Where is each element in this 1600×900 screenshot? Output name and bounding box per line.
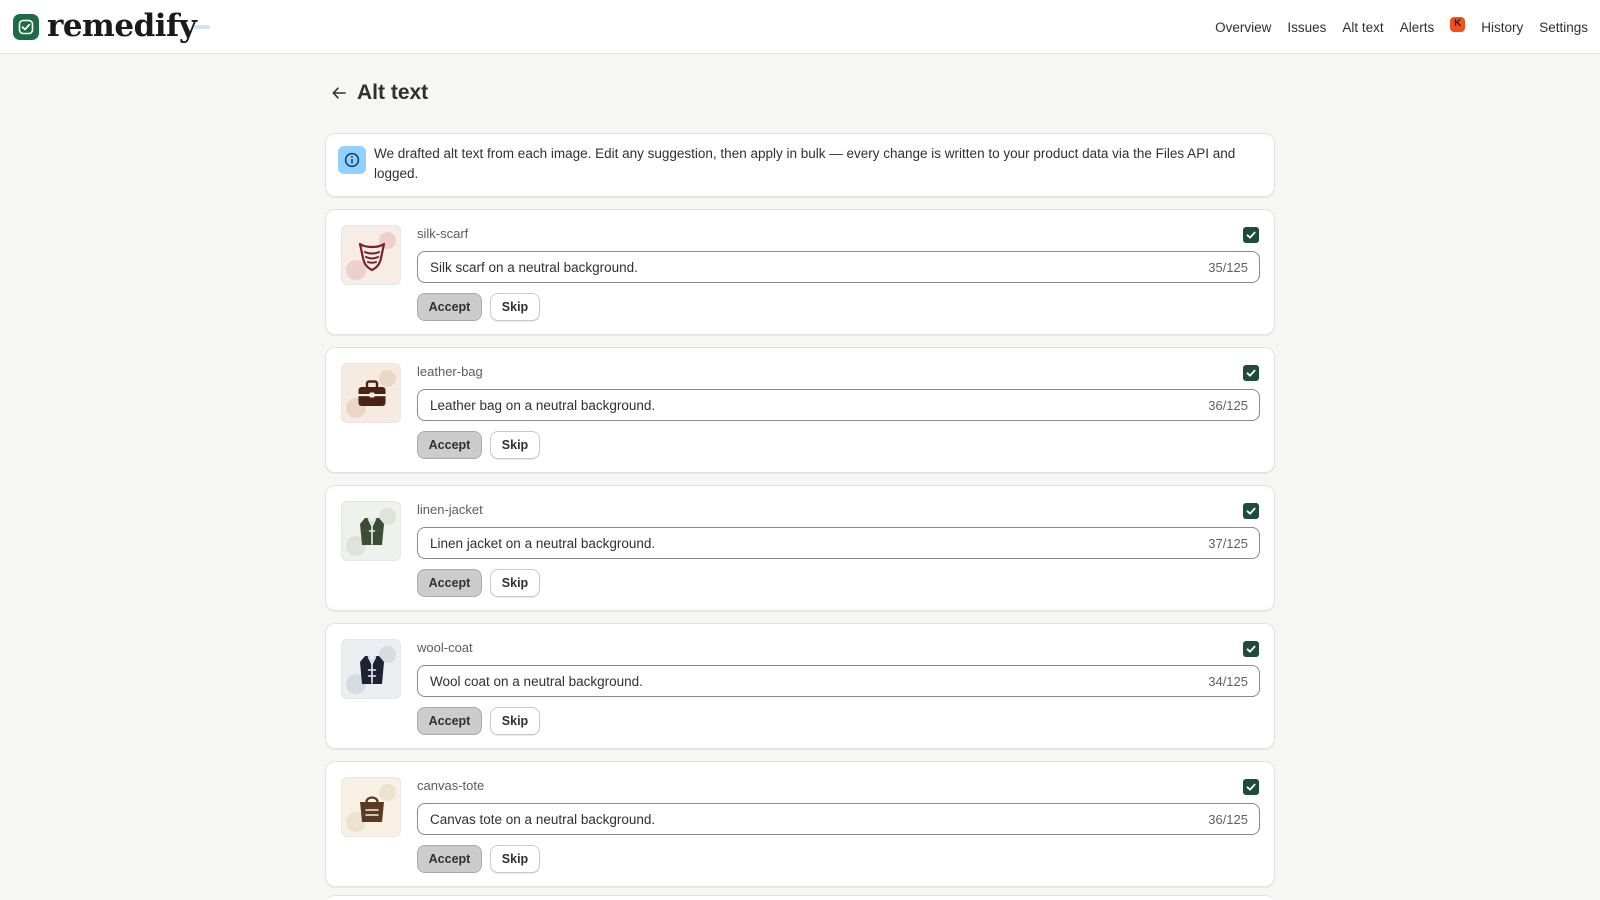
logo-check-icon — [13, 14, 39, 40]
product-thumbnail[interactable] — [341, 501, 401, 561]
alt-text-card: linen-jacket 37/125 Accept Skip — [325, 485, 1275, 611]
alerts-badge-icon[interactable]: K — [1450, 16, 1466, 32]
tote-icon — [360, 796, 384, 822]
top-nav: Overview Issues Alt text Alerts K Histor… — [1215, 0, 1588, 54]
product-thumbnail[interactable] — [341, 777, 401, 837]
character-count: 36/125 — [1208, 812, 1248, 827]
skip-button[interactable]: Skip — [490, 293, 540, 321]
alt-text-input[interactable] — [418, 528, 1178, 558]
select-checkbox[interactable] — [1243, 641, 1259, 657]
nav-history[interactable]: History — [1481, 20, 1523, 35]
alt-text-field: 36/125 — [417, 803, 1260, 835]
skip-button[interactable]: Skip — [490, 845, 540, 873]
select-checkbox[interactable] — [1243, 503, 1259, 519]
logo-accent — [194, 25, 210, 29]
alerts-badge-letter: K — [1454, 18, 1462, 29]
alt-text-input[interactable] — [418, 252, 1178, 282]
product-handle: linen-jacket — [417, 502, 483, 517]
checkmark-icon — [1246, 507, 1256, 515]
nav-issues[interactable]: Issues — [1287, 20, 1326, 35]
info-text: We drafted alt text from each image. Edi… — [374, 146, 1236, 181]
alt-text-field: 34/125 — [417, 665, 1260, 697]
alt-text-card: silk-scarf 35/125 Accept Skip — [325, 209, 1275, 335]
alt-text-card: canvas-tote 36/125 Accept Skip — [325, 761, 1275, 887]
character-count: 35/125 — [1208, 260, 1248, 275]
product-thumbnail[interactable] — [341, 363, 401, 423]
nav-alerts[interactable]: Alerts — [1400, 20, 1435, 35]
coat-icon — [360, 656, 384, 684]
product-thumbnail[interactable] — [341, 639, 401, 699]
product-handle: canvas-tote — [417, 778, 485, 793]
jacket-icon — [360, 518, 384, 545]
skip-button[interactable]: Skip — [490, 569, 540, 597]
info-banner: We drafted alt text from each image. Edi… — [325, 133, 1275, 197]
accept-button[interactable]: Accept — [417, 431, 482, 459]
checkmark-icon — [1246, 231, 1256, 239]
character-count: 37/125 — [1208, 536, 1248, 551]
checkmark-icon — [1246, 783, 1256, 791]
checkmark-icon — [1246, 645, 1256, 653]
next-card-edge — [325, 895, 1275, 900]
product-handle: silk-scarf — [417, 226, 469, 241]
select-checkbox[interactable] — [1243, 779, 1259, 795]
scarf-icon — [358, 242, 386, 272]
back-arrow-icon[interactable] — [329, 83, 349, 103]
accept-button[interactable]: Accept — [417, 293, 482, 321]
character-count: 36/125 — [1208, 398, 1248, 413]
alt-text-field: 35/125 — [417, 251, 1260, 283]
alt-text-input[interactable] — [418, 804, 1178, 834]
nav-alt-text[interactable]: Alt text — [1342, 20, 1383, 35]
skip-button[interactable]: Skip — [490, 707, 540, 735]
top-bar: remedify Overview Issues Alt text Alerts… — [0, 0, 1600, 54]
alt-text-card: wool-coat 34/125 Accept Skip — [325, 623, 1275, 749]
accept-button[interactable]: Accept — [417, 845, 482, 873]
bag-icon — [358, 380, 386, 406]
product-handle: wool-coat — [417, 640, 473, 655]
accept-button[interactable]: Accept — [417, 569, 482, 597]
skip-button[interactable]: Skip — [490, 431, 540, 459]
alt-text-input[interactable] — [418, 390, 1178, 420]
alt-text-card: leather-bag 36/125 Accept Skip — [325, 347, 1275, 473]
alt-text-field: 37/125 — [417, 527, 1260, 559]
alt-text-list: silk-scarf 35/125 Accept Skip leather-ba… — [325, 209, 1275, 899]
page-title: Alt text — [357, 81, 429, 104]
app-logo-text[interactable]: remedify — [47, 6, 197, 46]
nav-overview[interactable]: Overview — [1215, 20, 1271, 35]
checkmark-icon — [1246, 369, 1256, 377]
alt-text-input[interactable] — [418, 666, 1178, 696]
product-thumbnail[interactable] — [341, 225, 401, 285]
product-handle: leather-bag — [417, 364, 483, 379]
select-checkbox[interactable] — [1243, 227, 1259, 243]
character-count: 34/125 — [1208, 674, 1248, 689]
nav-settings[interactable]: Settings — [1539, 20, 1588, 35]
alt-text-field: 36/125 — [417, 389, 1260, 421]
accept-button[interactable]: Accept — [417, 707, 482, 735]
info-icon — [338, 146, 366, 174]
select-checkbox[interactable] — [1243, 365, 1259, 381]
